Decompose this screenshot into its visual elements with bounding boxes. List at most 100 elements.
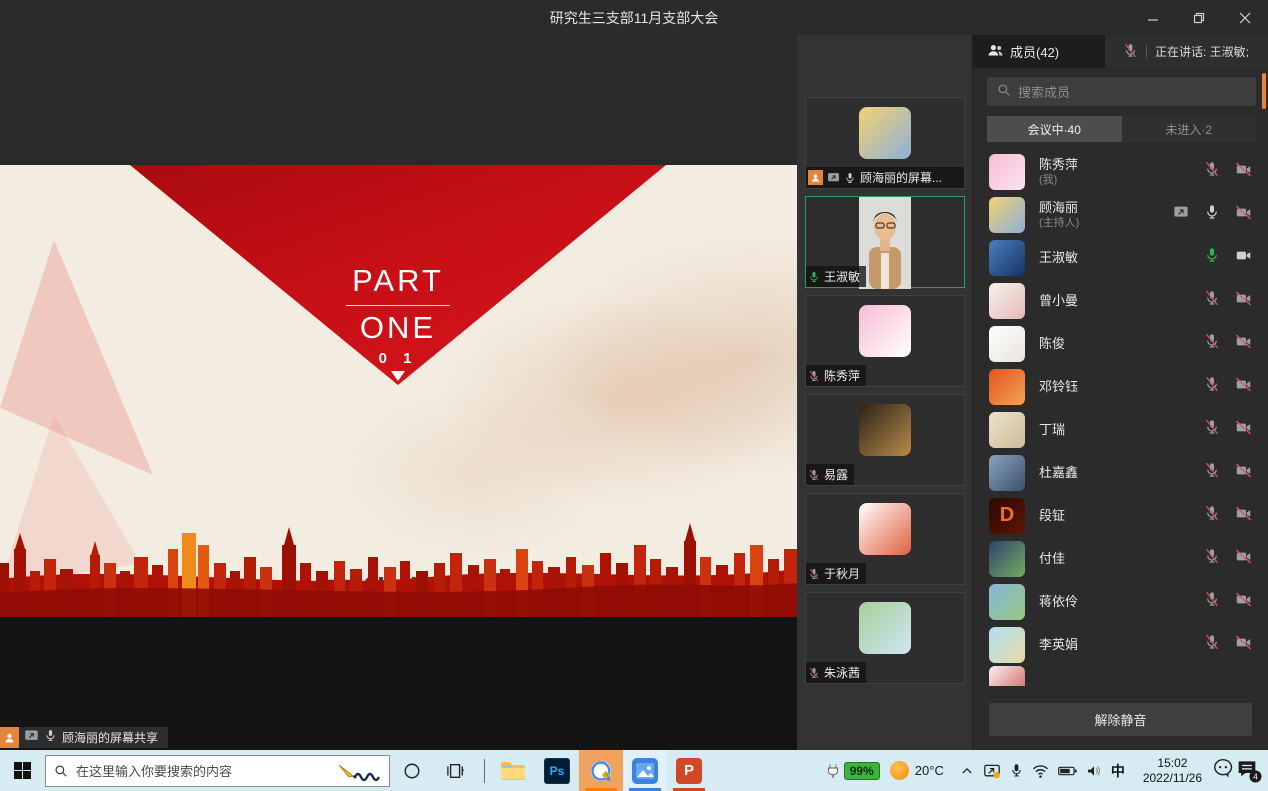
member-mic-status[interactable] <box>1204 247 1220 268</box>
weather-widget[interactable]: 20°C <box>890 761 944 780</box>
presentation-slide: PART ONE 0 1 讨论吸收王淑敏同志为预备党员 <box>0 165 797 617</box>
tile-participant-name: 陈秀萍 <box>824 367 860 384</box>
video-tile-6[interactable]: 朱泳茜 <box>805 592 965 684</box>
slide-part-label: PART <box>130 263 666 299</box>
cortana-button[interactable] <box>390 750 434 791</box>
member-row-1[interactable]: 陈秀萍(我) <box>973 150 1268 193</box>
video-tile-5[interactable]: 于秋月 <box>805 493 965 585</box>
member-camera-status[interactable] <box>1235 161 1252 183</box>
member-mic-status[interactable] <box>1204 290 1220 311</box>
slide-one-label: ONE <box>130 310 666 346</box>
battery-widget[interactable]: 99% <box>824 762 880 780</box>
video-tile-1[interactable]: 顾海丽的屏幕... <box>805 97 965 189</box>
video-tile-3[interactable]: 陈秀萍 <box>805 295 965 387</box>
member-mic-status[interactable] <box>1204 634 1220 655</box>
divider <box>1146 44 1147 59</box>
members-tab[interactable]: 成员(42) <box>973 35 1105 68</box>
tray-wifi-icon[interactable] <box>1032 764 1049 778</box>
member-row-8[interactable]: 杜嘉鑫 <box>973 451 1268 494</box>
task-view-button[interactable] <box>434 750 478 791</box>
minimize-button[interactable] <box>1130 0 1176 35</box>
participant-avatar <box>859 305 911 357</box>
taskbar-search-input[interactable]: 在这里输入你要搜索的内容 <box>45 755 390 787</box>
member-row-6[interactable]: 邓铃钰 <box>973 365 1268 408</box>
photoshop-button[interactable]: Ps <box>535 750 579 791</box>
tab-in-meeting[interactable]: 会议中·40 <box>987 116 1122 142</box>
tab-not-joined[interactable]: 未进入·2 <box>1122 116 1257 142</box>
member-mic-status[interactable] <box>1204 548 1220 569</box>
member-camera-status[interactable] <box>1235 290 1252 312</box>
member-camera-status[interactable] <box>1235 419 1252 441</box>
member-camera-status[interactable] <box>1235 376 1252 398</box>
meeting-app-button[interactable] <box>579 750 623 791</box>
tray-chat-icon[interactable] <box>1212 758 1234 783</box>
mic-muted-icon <box>1204 548 1220 564</box>
member-camera-status[interactable] <box>1235 548 1252 570</box>
member-mic-status[interactable] <box>1204 161 1220 182</box>
member-name: 丁瑞 <box>1039 422 1065 438</box>
tile-label: 于秋月 <box>806 563 866 584</box>
member-row-10[interactable]: 付佳 <box>973 537 1268 580</box>
window-title: 研究生三支部11月支部大会 <box>0 8 1268 28</box>
tray-mic-icon[interactable] <box>1010 762 1023 779</box>
taskbar-clock[interactable]: 15:02 2022/11/26 <box>1143 756 1202 786</box>
camera-off-icon <box>1235 333 1252 350</box>
member-mic-status[interactable] <box>1204 376 1220 397</box>
start-button[interactable] <box>0 750 45 791</box>
screen-share-icon <box>24 728 39 748</box>
member-row-12[interactable]: 李英娟 <box>973 623 1268 666</box>
panel-scrollbar[interactable] <box>1262 73 1266 109</box>
tray-chevron-up-icon[interactable] <box>960 764 974 778</box>
close-icon <box>1239 12 1251 24</box>
member-mic-status[interactable] <box>1204 204 1220 225</box>
photos-app-button[interactable] <box>623 750 667 791</box>
camera-off-icon <box>1235 591 1252 608</box>
member-row-11[interactable]: 蒋依伶 <box>973 580 1268 623</box>
member-mic-status[interactable] <box>1204 462 1220 483</box>
member-camera-status[interactable] <box>1235 333 1252 355</box>
member-mic-status[interactable] <box>1204 591 1220 612</box>
video-tile-4[interactable]: 易露 <box>805 394 965 486</box>
restore-button[interactable] <box>1176 0 1222 35</box>
member-camera-status[interactable] <box>1235 591 1252 613</box>
close-button[interactable] <box>1222 0 1268 35</box>
members-tab-label: 成员(42) <box>1010 42 1059 61</box>
member-name: 陈俊 <box>1039 336 1065 352</box>
member-row-4[interactable]: 曾小曼 <box>973 279 1268 322</box>
tile-participant-name: 于秋月 <box>824 565 860 582</box>
windows-taskbar: 在这里输入你要搜索的内容 Ps <box>0 750 1268 791</box>
member-name: 杜嘉鑫 <box>1039 465 1078 481</box>
member-mic-status[interactable] <box>1204 419 1220 440</box>
member-avatar <box>989 455 1025 491</box>
tray-screencast-icon[interactable] <box>983 763 1001 779</box>
member-name: 李英娟 <box>1039 637 1078 653</box>
file-explorer-button[interactable] <box>491 750 535 791</box>
mic-green-icon <box>808 271 820 283</box>
member-mic-status[interactable] <box>1204 333 1220 354</box>
member-camera-status[interactable] <box>1235 247 1252 269</box>
ime-indicator[interactable]: 中 <box>1111 761 1125 781</box>
date-label: 2022/11/26 <box>1143 771 1202 786</box>
member-camera-status[interactable] <box>1235 505 1252 527</box>
member-camera-status[interactable] <box>1235 462 1252 484</box>
member-row-3[interactable]: 王淑敏 <box>973 236 1268 279</box>
member-name: 付佳 <box>1039 551 1065 567</box>
member-row-5[interactable]: 陈俊 <box>973 322 1268 365</box>
powerpoint-button[interactable]: P <box>667 750 711 791</box>
speaking-indicator: 正在讲话: 王淑敏; <box>1105 35 1268 68</box>
action-center-button[interactable]: 4 <box>1236 758 1258 783</box>
member-row-7[interactable]: 丁瑞 <box>973 408 1268 451</box>
member-camera-status[interactable] <box>1235 204 1252 226</box>
member-row-2[interactable]: 顾海丽(主持人) <box>973 193 1268 236</box>
member-mic-status[interactable] <box>1204 505 1220 526</box>
member-camera-status[interactable] <box>1235 634 1252 656</box>
tray-speaker-icon[interactable] <box>1086 764 1102 778</box>
camera-off-icon <box>1235 505 1252 522</box>
unmute-button[interactable]: 解除静音 <box>989 703 1252 736</box>
people-icon <box>987 42 1004 59</box>
member-search-input[interactable]: 搜索成员 <box>987 77 1256 106</box>
windows-logo-icon <box>14 762 31 779</box>
tray-battery-icon[interactable] <box>1058 765 1077 777</box>
video-tile-2[interactable]: 王淑敏 <box>805 196 965 288</box>
member-row-9[interactable]: D段钲 <box>973 494 1268 537</box>
